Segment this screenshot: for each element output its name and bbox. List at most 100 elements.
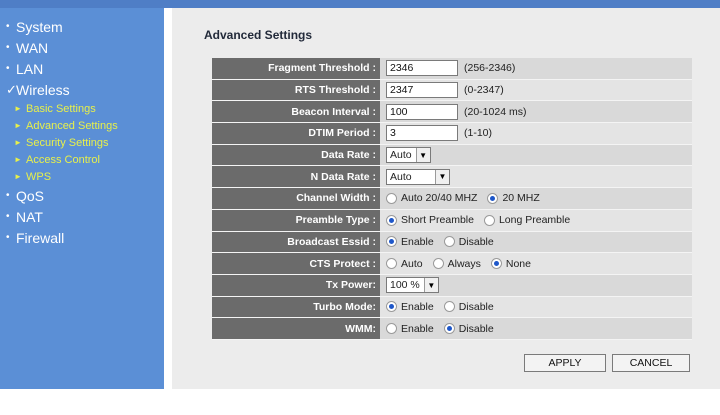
broadcast-disable-radio[interactable]: Disable xyxy=(443,235,494,248)
fragment-threshold-input[interactable]: 2346 xyxy=(386,60,458,77)
sidebar-item-lan[interactable]: • LAN xyxy=(0,58,164,79)
radio-dot xyxy=(443,323,455,335)
setting-value-cell: Enable Disable xyxy=(380,296,692,318)
sidebar-subitem-label: Access Control xyxy=(26,153,100,166)
sidebar-subitem-advanced-settings[interactable]: ► Advanced Settings xyxy=(0,117,164,134)
setting-row-dtim-period: DTIM Period : 3 (1-10) xyxy=(212,123,692,145)
select-value: 100 % xyxy=(390,279,420,292)
setting-row-wmm: WMM: Enable Disable xyxy=(212,318,692,340)
sidebar-subitem-label: Security Settings xyxy=(26,136,109,149)
setting-row-broadcast-essid: Broadcast Essid : Enable Disable xyxy=(212,231,692,254)
chevron-down-icon[interactable]: ▼ xyxy=(435,169,449,184)
radio-dot xyxy=(386,258,397,270)
setting-label: Preamble Type : xyxy=(212,209,380,231)
cts-auto-radio[interactable]: Auto xyxy=(386,258,423,270)
chevron-down-icon[interactable]: ▼ xyxy=(415,148,430,163)
bullet-icon: • xyxy=(6,211,10,222)
main-area: Advanced Settings Fragment Threshold : 2… xyxy=(164,8,720,389)
sidebar-item-nat[interactable]: • NAT xyxy=(0,206,164,227)
radio-label: Auto xyxy=(401,257,423,270)
sidebar-subitem-wps[interactable]: ► WPS xyxy=(0,168,164,185)
bullet-icon: • xyxy=(6,21,10,32)
n-data-rate-select[interactable]: Auto ▼ xyxy=(386,168,450,185)
radio-dot xyxy=(443,301,455,313)
top-band xyxy=(0,0,720,8)
setting-label: DTIM Period : xyxy=(212,123,380,144)
data-rate-select[interactable]: Auto ▼ xyxy=(386,147,431,164)
sidebar-item-label: QoS xyxy=(16,187,45,204)
setting-row-cts-protect: CTS Protect : Auto Always None xyxy=(212,253,692,275)
radio-dot xyxy=(432,258,444,270)
wmm-enable-radio[interactable]: Enable xyxy=(386,323,434,335)
wmm-disable-radio[interactable]: Disable xyxy=(443,323,494,335)
select-value: Auto xyxy=(390,149,412,162)
radio-label: 20 MHZ xyxy=(502,192,540,205)
radio-label: Always xyxy=(447,257,481,270)
arrow-right-icon: ► xyxy=(14,104,22,113)
preamble-long-radio[interactable]: Long Preamble xyxy=(483,214,570,226)
sidebar-subitem-security-settings[interactable]: ► Security Settings xyxy=(0,134,164,151)
radio-dot xyxy=(386,301,397,313)
sidebar-item-label: System xyxy=(16,18,63,35)
chevron-down-icon[interactable]: ▼ xyxy=(423,278,438,293)
radio-dot xyxy=(490,258,502,270)
range-hint: (0-2347) xyxy=(464,84,504,97)
setting-label: RTS Threshold : xyxy=(212,79,380,101)
setting-label: Beacon Interval : xyxy=(212,101,380,123)
sidebar-item-label: LAN xyxy=(16,60,44,77)
radio-dot xyxy=(386,236,397,248)
content-panel: Advanced Settings Fragment Threshold : 2… xyxy=(172,8,720,389)
setting-value-cell: Auto 20/40 MHZ 20 MHZ xyxy=(380,188,692,209)
setting-value-cell: 100 (20-1024 ms) xyxy=(380,101,692,123)
tx-power-select[interactable]: 100 % ▼ xyxy=(386,277,439,294)
sidebar-subitem-basic-settings[interactable]: ► Basic Settings xyxy=(0,100,164,117)
setting-row-n-data-rate: N Data Rate : Auto ▼ xyxy=(212,166,692,189)
bottom-band xyxy=(0,389,720,415)
radio-dot xyxy=(487,192,499,204)
setting-value-cell: Auto ▼ xyxy=(380,144,692,166)
apply-button[interactable]: APPLY xyxy=(524,354,606,372)
dtim-period-input[interactable]: 3 xyxy=(386,125,458,142)
setting-label: WMM: xyxy=(212,318,380,339)
setting-row-data-rate: Data Rate : Auto ▼ xyxy=(212,144,692,167)
radio-label: None xyxy=(505,257,531,270)
cts-none-radio[interactable]: None xyxy=(490,257,531,270)
arrow-right-icon: ► xyxy=(14,172,22,181)
settings-table: Fragment Threshold : 2346 (256-2346) RTS… xyxy=(212,58,692,340)
sidebar-item-wan[interactable]: • WAN xyxy=(0,37,164,58)
router-admin-window: • System • WAN • LAN ✓ Wireless ► Basic … xyxy=(0,0,720,415)
setting-label: Channel Width : xyxy=(212,188,380,209)
sidebar-item-label: WAN xyxy=(16,39,49,56)
channel-width-auto-radio[interactable]: Auto 20/40 MHZ xyxy=(386,192,477,204)
radio-dot xyxy=(386,323,397,335)
radio-label: Disable xyxy=(458,235,494,248)
sidebar-subitem-label: Advanced Settings xyxy=(26,119,118,132)
sidebar-item-wireless[interactable]: ✓ Wireless xyxy=(0,79,164,100)
radio-dot xyxy=(386,192,397,204)
cancel-button[interactable]: CANCEL xyxy=(612,354,690,372)
sidebar-item-firewall[interactable]: • Firewall xyxy=(0,227,164,248)
broadcast-enable-radio[interactable]: Enable xyxy=(386,236,434,248)
sidebar-subitem-label: Basic Settings xyxy=(26,102,96,115)
setting-value-cell: Enable Disable xyxy=(380,318,692,339)
sidebar-item-system[interactable]: • System xyxy=(0,16,164,37)
setting-row-preamble-type: Preamble Type : Short Preamble Long Prea… xyxy=(212,209,692,232)
preamble-short-radio[interactable]: Short Preamble xyxy=(386,214,474,226)
turbo-disable-radio[interactable]: Disable xyxy=(443,301,494,313)
sidebar: • System • WAN • LAN ✓ Wireless ► Basic … xyxy=(0,8,164,389)
arrow-right-icon: ► xyxy=(14,155,22,164)
setting-row-fragment-threshold: Fragment Threshold : 2346 (256-2346) xyxy=(212,58,692,80)
setting-row-tx-power: Tx Power: 100 % ▼ xyxy=(212,274,692,297)
turbo-enable-radio[interactable]: Enable xyxy=(386,301,434,313)
sidebar-item-qos[interactable]: • QoS xyxy=(0,185,164,206)
setting-value-cell: Auto ▼ xyxy=(380,166,692,188)
cts-always-radio[interactable]: Always xyxy=(432,257,481,270)
rts-threshold-input[interactable]: 2347 xyxy=(386,82,458,99)
channel-width-20mhz-radio[interactable]: 20 MHZ xyxy=(487,192,540,205)
beacon-interval-input[interactable]: 100 xyxy=(386,103,458,120)
radio-label: Auto 20/40 MHZ xyxy=(401,192,478,205)
setting-value-cell: 100 % ▼ xyxy=(380,274,692,296)
setting-label: Fragment Threshold : xyxy=(212,58,380,79)
setting-row-channel-width: Channel Width : Auto 20/40 MHZ 20 MHZ xyxy=(212,188,692,210)
sidebar-subitem-access-control[interactable]: ► Access Control xyxy=(0,151,164,168)
